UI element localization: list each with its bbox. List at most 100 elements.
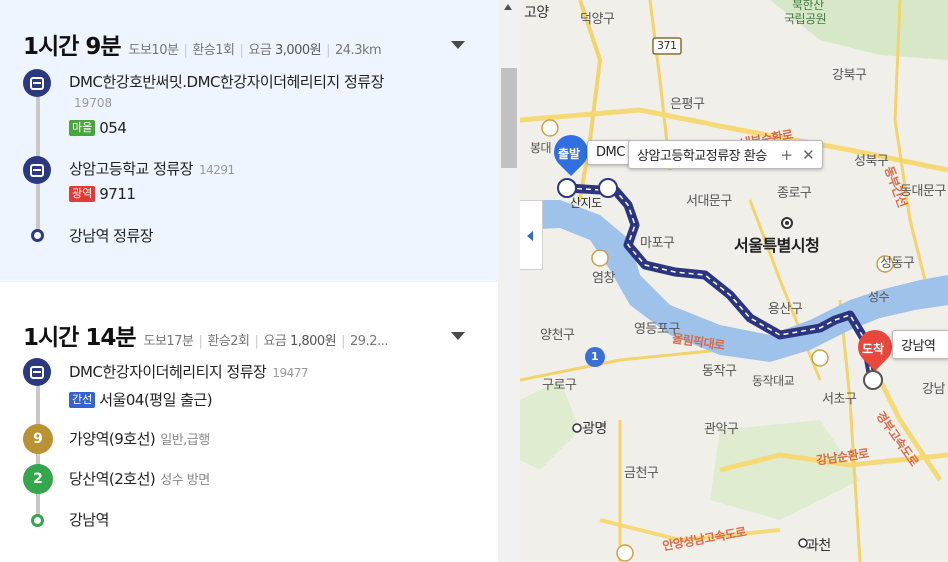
plus-icon[interactable]: + xyxy=(780,146,793,164)
close-icon[interactable]: ✕ xyxy=(802,146,815,164)
route-duration: 1시간 14분 xyxy=(23,325,136,351)
map-label: 과천 xyxy=(806,538,831,554)
transfer-callout-text: 상암고등학교정류장 환승 xyxy=(637,149,767,164)
map-label: 마포구 xyxy=(640,236,675,251)
route-number-label: 371 xyxy=(657,39,677,52)
map-label: 관악구 xyxy=(704,422,739,437)
destination-dot-icon xyxy=(31,229,44,242)
route-meta: 도보10분 | 환승1회 | 요금 3,000원 | 24.3km xyxy=(128,43,382,58)
walk-time: 도보17분 xyxy=(143,334,194,349)
stop-note: 일반,급행 xyxy=(160,433,210,448)
map-label: 광명 xyxy=(582,421,607,437)
bus-line-number: 서울04(평일 출근) xyxy=(99,391,213,409)
line-type-badge: 광역 xyxy=(69,186,96,202)
map-label: 서대문구 xyxy=(686,194,732,209)
start-bus-stop-icon[interactable] xyxy=(557,178,577,198)
map-label: 염창 xyxy=(592,271,615,286)
stop-name-text: 상암고등학교 정류장 xyxy=(69,160,193,178)
map-label: 금천구 xyxy=(624,466,659,481)
fare-value: 1,800원 xyxy=(289,334,337,349)
map-label: 서울특별시청 xyxy=(734,236,820,255)
scroll-thumb[interactable] xyxy=(501,68,517,168)
bus-line-row[interactable]: 광역 9711 xyxy=(69,185,136,203)
transfer-callout[interactable]: 상암고등학교정류장 환승 + ✕ xyxy=(628,140,824,169)
map-label: 국립공원 xyxy=(784,12,827,26)
destination-name[interactable]: 강남역 xyxy=(69,509,109,530)
map-label: 용산구 xyxy=(768,302,803,317)
fare-value: 3,000원 xyxy=(274,43,322,58)
bus-line-row[interactable]: 간선 서울04(평일 출근) xyxy=(69,389,213,410)
subway-line-9-icon: 9 xyxy=(23,424,53,454)
scroll-up-arrow-icon[interactable] xyxy=(504,4,512,10)
park-area xyxy=(520,380,580,470)
panel-collapse-tab[interactable] xyxy=(520,200,543,270)
stop-name[interactable]: DMC한강호반써밋.DMC한강자이더헤리티지 정류장 xyxy=(69,71,384,92)
map-label: 구로구 xyxy=(542,378,577,393)
map-label: 동작대교 xyxy=(752,374,795,388)
route-summary: 1시간 9분 도보10분 | 환승1회 | 요금 3,000원 | 24.3km xyxy=(23,27,382,61)
route-option-2[interactable]: 1시간 14분 도보17분 | 환승2회 | 요금 1,800원 | 29.2... DMC… xyxy=(0,282,498,562)
destination-name[interactable]: 강남역 정류장 xyxy=(69,225,154,246)
distance: 29.2... xyxy=(350,334,388,349)
fare-label: 요금 xyxy=(263,334,287,349)
stop-name[interactable]: 가양역(9호선) 일반,급행 xyxy=(69,428,210,449)
panel-scrollbar[interactable] xyxy=(498,0,520,562)
destination-dot-icon xyxy=(31,514,44,527)
map-label: 성북구 xyxy=(854,154,889,169)
fare-label: 요금 xyxy=(248,43,272,58)
bus-line-number: 9711 xyxy=(99,185,136,203)
transfer-bus-stop-icon[interactable] xyxy=(598,178,618,198)
route-list-panel: 1시간 9분 도보10분 | 환승1회 | 요금 3,000원 | 24.3km DMC한강… xyxy=(0,0,498,562)
end-walk-icon[interactable] xyxy=(863,370,883,390)
end-callout-text: 강남역 xyxy=(901,339,936,354)
route-option-1[interactable]: 1시간 9분 도보10분 | 환승1회 | 요금 3,000원 | 24.3km DMC한강… xyxy=(0,0,498,282)
map-label: 봉대 xyxy=(530,141,552,155)
line-type-badge: 간선 xyxy=(69,391,96,408)
end-callout[interactable]: 강남역 xyxy=(892,330,948,359)
stop-name[interactable]: DMC한강자이더헤리티지 정류장 19477 xyxy=(69,361,309,382)
ring-road-label: 1 xyxy=(591,350,599,363)
map-label: 종로구 xyxy=(777,186,812,201)
map-label: 덕양구 xyxy=(580,12,615,27)
walk-time: 도보10분 xyxy=(128,43,179,58)
stop-code: 19708 xyxy=(74,96,113,110)
bus-icon xyxy=(23,156,51,184)
map-label: 양천구 xyxy=(540,328,575,343)
map-canvas xyxy=(520,0,948,562)
expand-chevron-icon[interactable] xyxy=(451,332,465,340)
stop-name[interactable]: 당산역(2호선) 성수 방면 xyxy=(69,468,210,489)
subway-line-2-icon: 2 xyxy=(23,464,53,494)
bus-line-row[interactable]: 마을 054 xyxy=(69,119,127,137)
stop-note: 성수 방면 xyxy=(160,473,210,488)
transfer-count: 환승2회 xyxy=(207,334,250,349)
bus-icon xyxy=(23,69,51,97)
transfer-count: 환승1회 xyxy=(192,43,235,58)
stop-code: 19477 xyxy=(272,366,309,380)
map-label: 고양 xyxy=(524,5,549,21)
stop-name-text: DMC한강자이더헤리티지 정류장 xyxy=(69,363,267,381)
stop-name-text: 당산역(2호선) xyxy=(69,470,156,488)
route-meta: 도보17분 | 환승2회 | 요금 1,800원 | 29.2... xyxy=(143,334,389,349)
start-callout-text: DMC xyxy=(596,145,625,160)
stop-code: 14291 xyxy=(198,163,235,177)
start-callout[interactable]: DMC xyxy=(587,140,632,165)
start-pin-label: 출발 xyxy=(558,147,581,161)
map-label: 은평구 xyxy=(670,97,705,112)
line-type-badge: 마을 xyxy=(69,120,96,136)
map-label: 성수 xyxy=(868,290,890,304)
map-label: 강북구 xyxy=(832,68,867,83)
map-label: 서초구 xyxy=(822,392,857,407)
stop-name[interactable]: 상암고등학교 정류장 14291 xyxy=(69,158,235,179)
map-view[interactable]: 고양 덕양구 북한산 국립공원 강북구 371 은평구 성북구 서대문구 종로구… xyxy=(520,0,948,562)
stop-name-text: 가양역(9호선) xyxy=(69,430,156,448)
map-label: 성동구 xyxy=(880,256,915,271)
route-duration: 1시간 9분 xyxy=(23,34,121,60)
end-pin-label: 도착 xyxy=(862,342,885,356)
map-label: 강남 xyxy=(922,382,945,397)
route-summary: 1시간 14분 도보17분 | 환승2회 | 요금 1,800원 | 29.2... xyxy=(23,318,388,352)
map-label: 동작구 xyxy=(702,364,737,379)
map-label: 산지도 xyxy=(570,196,602,210)
distance: 24.3km xyxy=(335,43,382,58)
expand-chevron-icon[interactable] xyxy=(451,41,465,49)
bus-line-number: 054 xyxy=(99,119,127,137)
